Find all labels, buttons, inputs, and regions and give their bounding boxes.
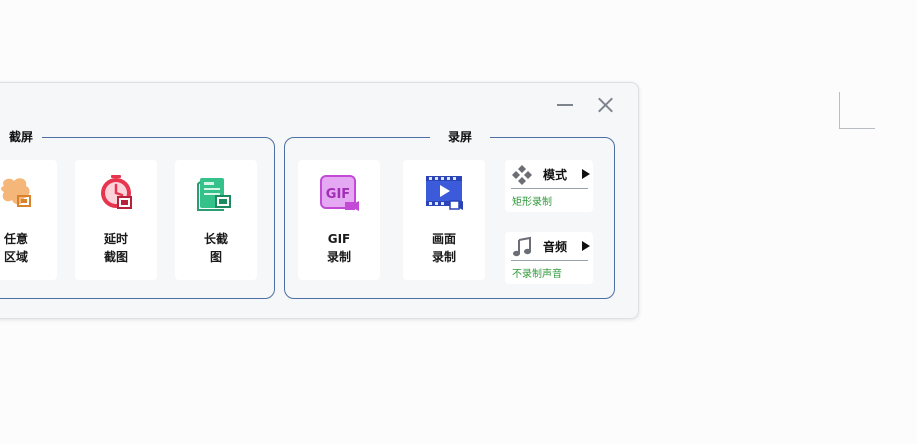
video-record-label-1: 画面 — [431, 232, 456, 246]
close-icon[interactable] — [596, 96, 614, 114]
region-crop-icon — [1, 178, 31, 207]
gif-record-icon: GIF — [320, 175, 359, 211]
long-screenshot-icon — [197, 178, 231, 211]
delayed-screenshot-label-1: 延时 — [103, 232, 128, 246]
video-record-icon — [426, 176, 463, 210]
long-screenshot-label-1: 长截 — [203, 232, 228, 246]
record-group-title: 录屏 — [430, 128, 490, 146]
region-screenshot-button[interactable]: 任意 区域 — [0, 160, 57, 280]
mode-expand-arrow-icon — [582, 169, 590, 179]
long-screenshot-button[interactable]: 长截 图 — [175, 160, 257, 280]
mode-icon — [512, 165, 532, 185]
region-screenshot-label-2: 区域 — [3, 250, 28, 264]
mode-divider — [511, 188, 588, 189]
long-screenshot-label-2: 图 — [209, 250, 222, 264]
audio-label: 音频 — [543, 240, 568, 254]
minimize-icon[interactable] — [556, 97, 574, 113]
screenshot-group-title: 截屏 — [0, 128, 42, 146]
audio-value: 不录制声音 — [512, 269, 562, 280]
record-mode-value: 矩形录制 — [512, 197, 552, 208]
audio-divider — [511, 260, 588, 261]
timer-screenshot-icon — [101, 175, 132, 209]
region-screenshot-label-1: 任意 — [3, 232, 28, 246]
audio-option[interactable]: 音频 不录制声音 — [505, 232, 593, 284]
gif-record-button[interactable]: GIF GIF 录制 — [298, 160, 380, 280]
delayed-screenshot-label-2: 截图 — [103, 250, 128, 264]
selection-corner-marker — [839, 92, 875, 129]
delayed-screenshot-button[interactable]: 延时 截图 — [75, 160, 157, 280]
record-mode-option[interactable]: 模式 矩形录制 — [505, 160, 593, 212]
record-mode-label: 模式 — [543, 168, 568, 182]
video-record-label-2: 录制 — [431, 250, 456, 264]
gif-icon-text: GIF — [326, 187, 350, 202]
audio-expand-arrow-icon — [582, 241, 590, 251]
video-record-button[interactable]: 画面 录制 — [403, 160, 485, 280]
gif-record-label-2: 录制 — [326, 250, 351, 264]
gif-record-label-1: GIF — [327, 232, 351, 246]
music-note-icon — [513, 236, 531, 257]
